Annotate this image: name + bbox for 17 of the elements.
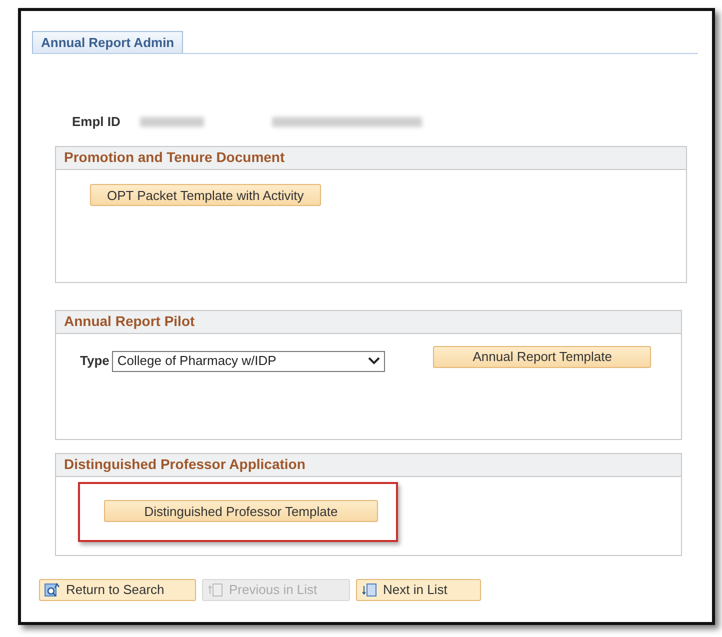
section-title: Annual Report Pilot [56,310,681,334]
template-button[interactable]: Distinguished Professor Template [104,500,378,522]
toolbar-button[interactable]: Return to Search [39,578,196,600]
template-button[interactable]: Annual Report Template [433,346,652,368]
redacted-value [140,116,204,127]
section-title: Promotion and Tenure Document [56,146,686,170]
chevron-down-icon [368,357,380,365]
list-up-icon [207,582,223,598]
tab[interactable]: Annual Report Admin [32,31,184,53]
magnifier-icon [44,582,60,598]
field-label: Empl ID [72,113,120,131]
section-title: Distinguished Professor Application [56,454,681,476]
template-button[interactable]: OPT Packet Template with Activity [90,184,321,206]
type-select[interactable]: College of Pharmacy w/IDP [112,350,386,372]
list-down-icon [361,582,377,598]
field-label: Type [80,352,110,370]
toolbar-button[interactable]: Next in List [356,578,481,600]
